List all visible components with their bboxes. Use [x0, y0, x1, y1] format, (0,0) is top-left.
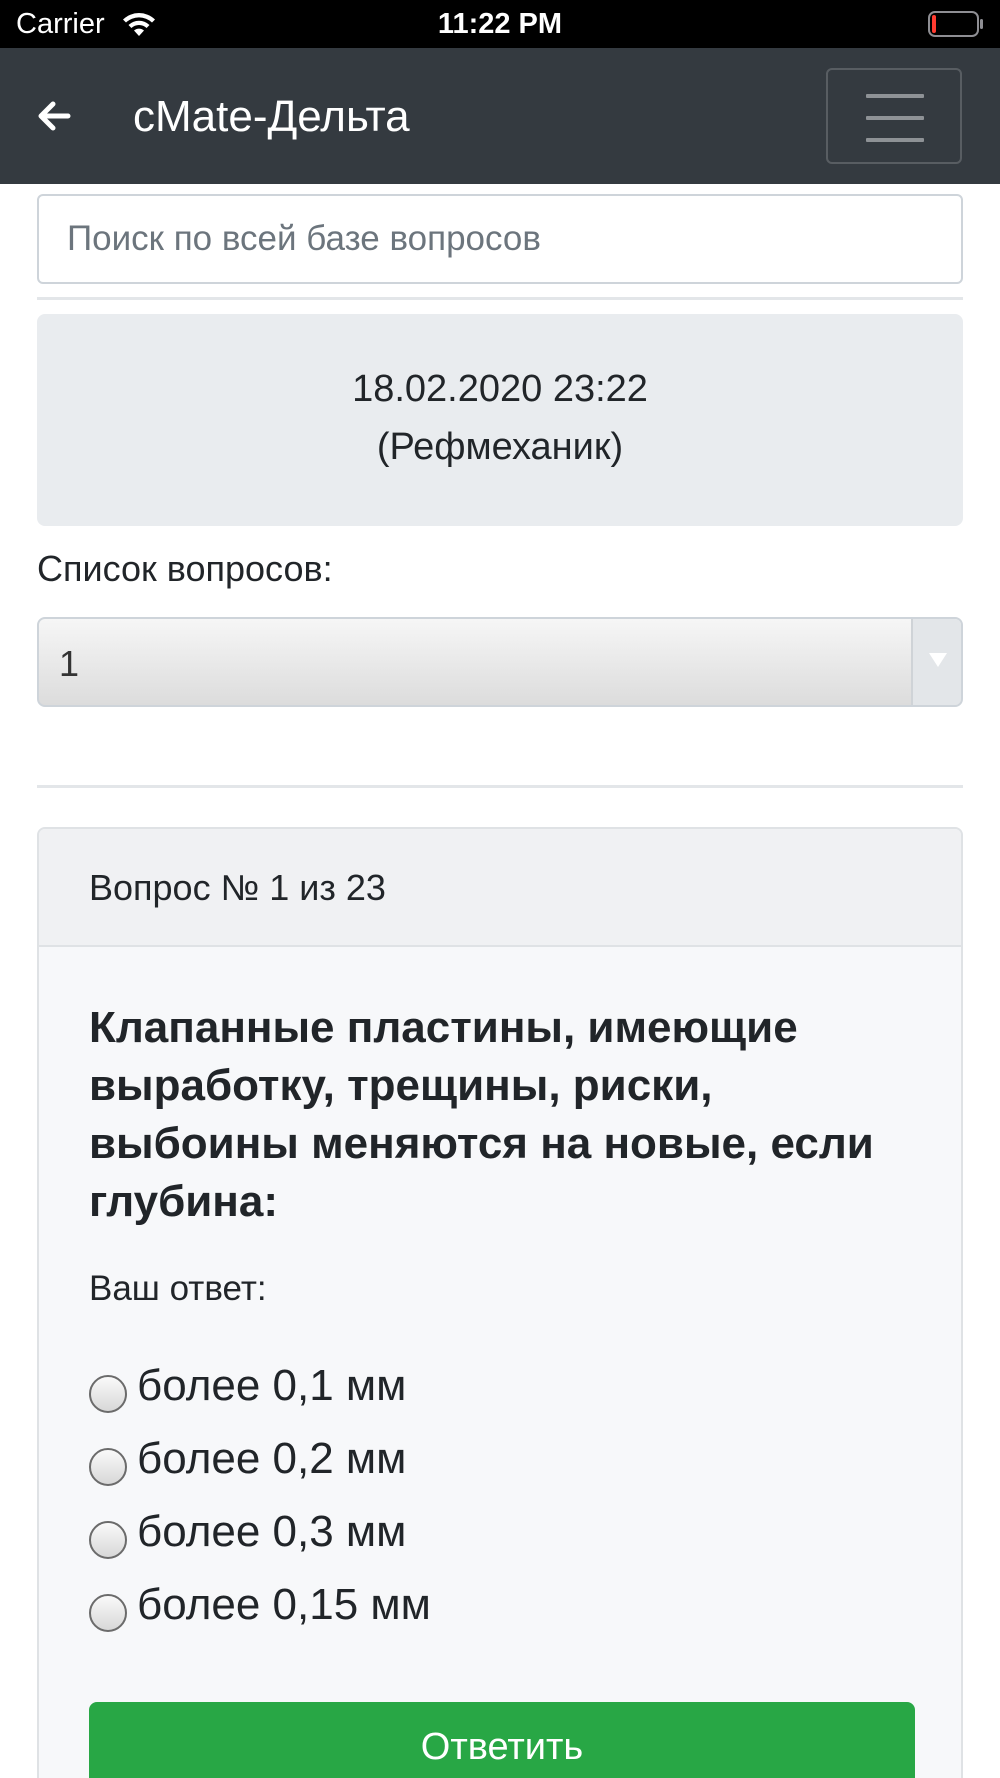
answer-label: Ваш ответ:	[89, 1269, 267, 1308]
submit-answer-label: Ответить	[420, 1726, 584, 1768]
answer-option-label: более 0,1 мм	[137, 1361, 407, 1410]
select-arrow-button[interactable]	[911, 619, 961, 705]
answer-option-label: более 0,2 мм	[137, 1434, 407, 1483]
divider	[37, 297, 963, 300]
answer-option-label: более 0,15 мм	[137, 1580, 431, 1629]
chevron-down-icon	[929, 653, 947, 667]
question-list-label: Список вопросов:	[37, 548, 333, 589]
submit-answer-button[interactable]: Ответить	[89, 1702, 915, 1778]
radio-button[interactable]	[89, 1375, 127, 1413]
session-datetime: 18.02.2020 23:22	[352, 368, 648, 410]
divider	[37, 785, 963, 788]
status-bar: Carrier 11:22 PM	[0, 0, 1000, 48]
question-card: Вопрос № 1 из 23 Клапанные пластины, име…	[37, 827, 963, 1778]
session-info-card: 18.02.2020 23:22 (Рефмеханик)	[37, 314, 963, 526]
question-number: Вопрос № 1 из 23	[89, 867, 386, 908]
session-role: (Рефмеханик)	[376, 426, 624, 468]
question-list-select[interactable]: 1	[37, 617, 963, 707]
question-list-selected: 1	[59, 643, 80, 684]
battery-icon	[928, 11, 983, 37]
search-input[interactable]	[37, 194, 963, 284]
answer-option[interactable]: более 0,1 мм	[89, 1361, 789, 1421]
app-title: cMate-Дельта	[133, 92, 410, 141]
answer-option[interactable]: более 0,3 мм	[89, 1507, 789, 1567]
arrow-left-icon[interactable]	[34, 96, 74, 136]
answer-option-label: более 0,3 мм	[137, 1507, 407, 1556]
radio-button[interactable]	[89, 1448, 127, 1486]
navbar: cMate-Дельта	[0, 48, 1000, 184]
radio-button[interactable]	[89, 1594, 127, 1632]
status-time: 11:22 PM	[437, 8, 563, 40]
radio-button[interactable]	[89, 1521, 127, 1559]
menu-toggle-button[interactable]	[826, 68, 962, 164]
question-text: Клапанные пластины, имеющие выработку, т…	[89, 1003, 874, 1226]
answer-option[interactable]: более 0,2 мм	[89, 1434, 789, 1494]
answer-option[interactable]: более 0,15 мм	[89, 1580, 789, 1640]
question-card-header: Вопрос № 1 из 23	[39, 829, 961, 947]
